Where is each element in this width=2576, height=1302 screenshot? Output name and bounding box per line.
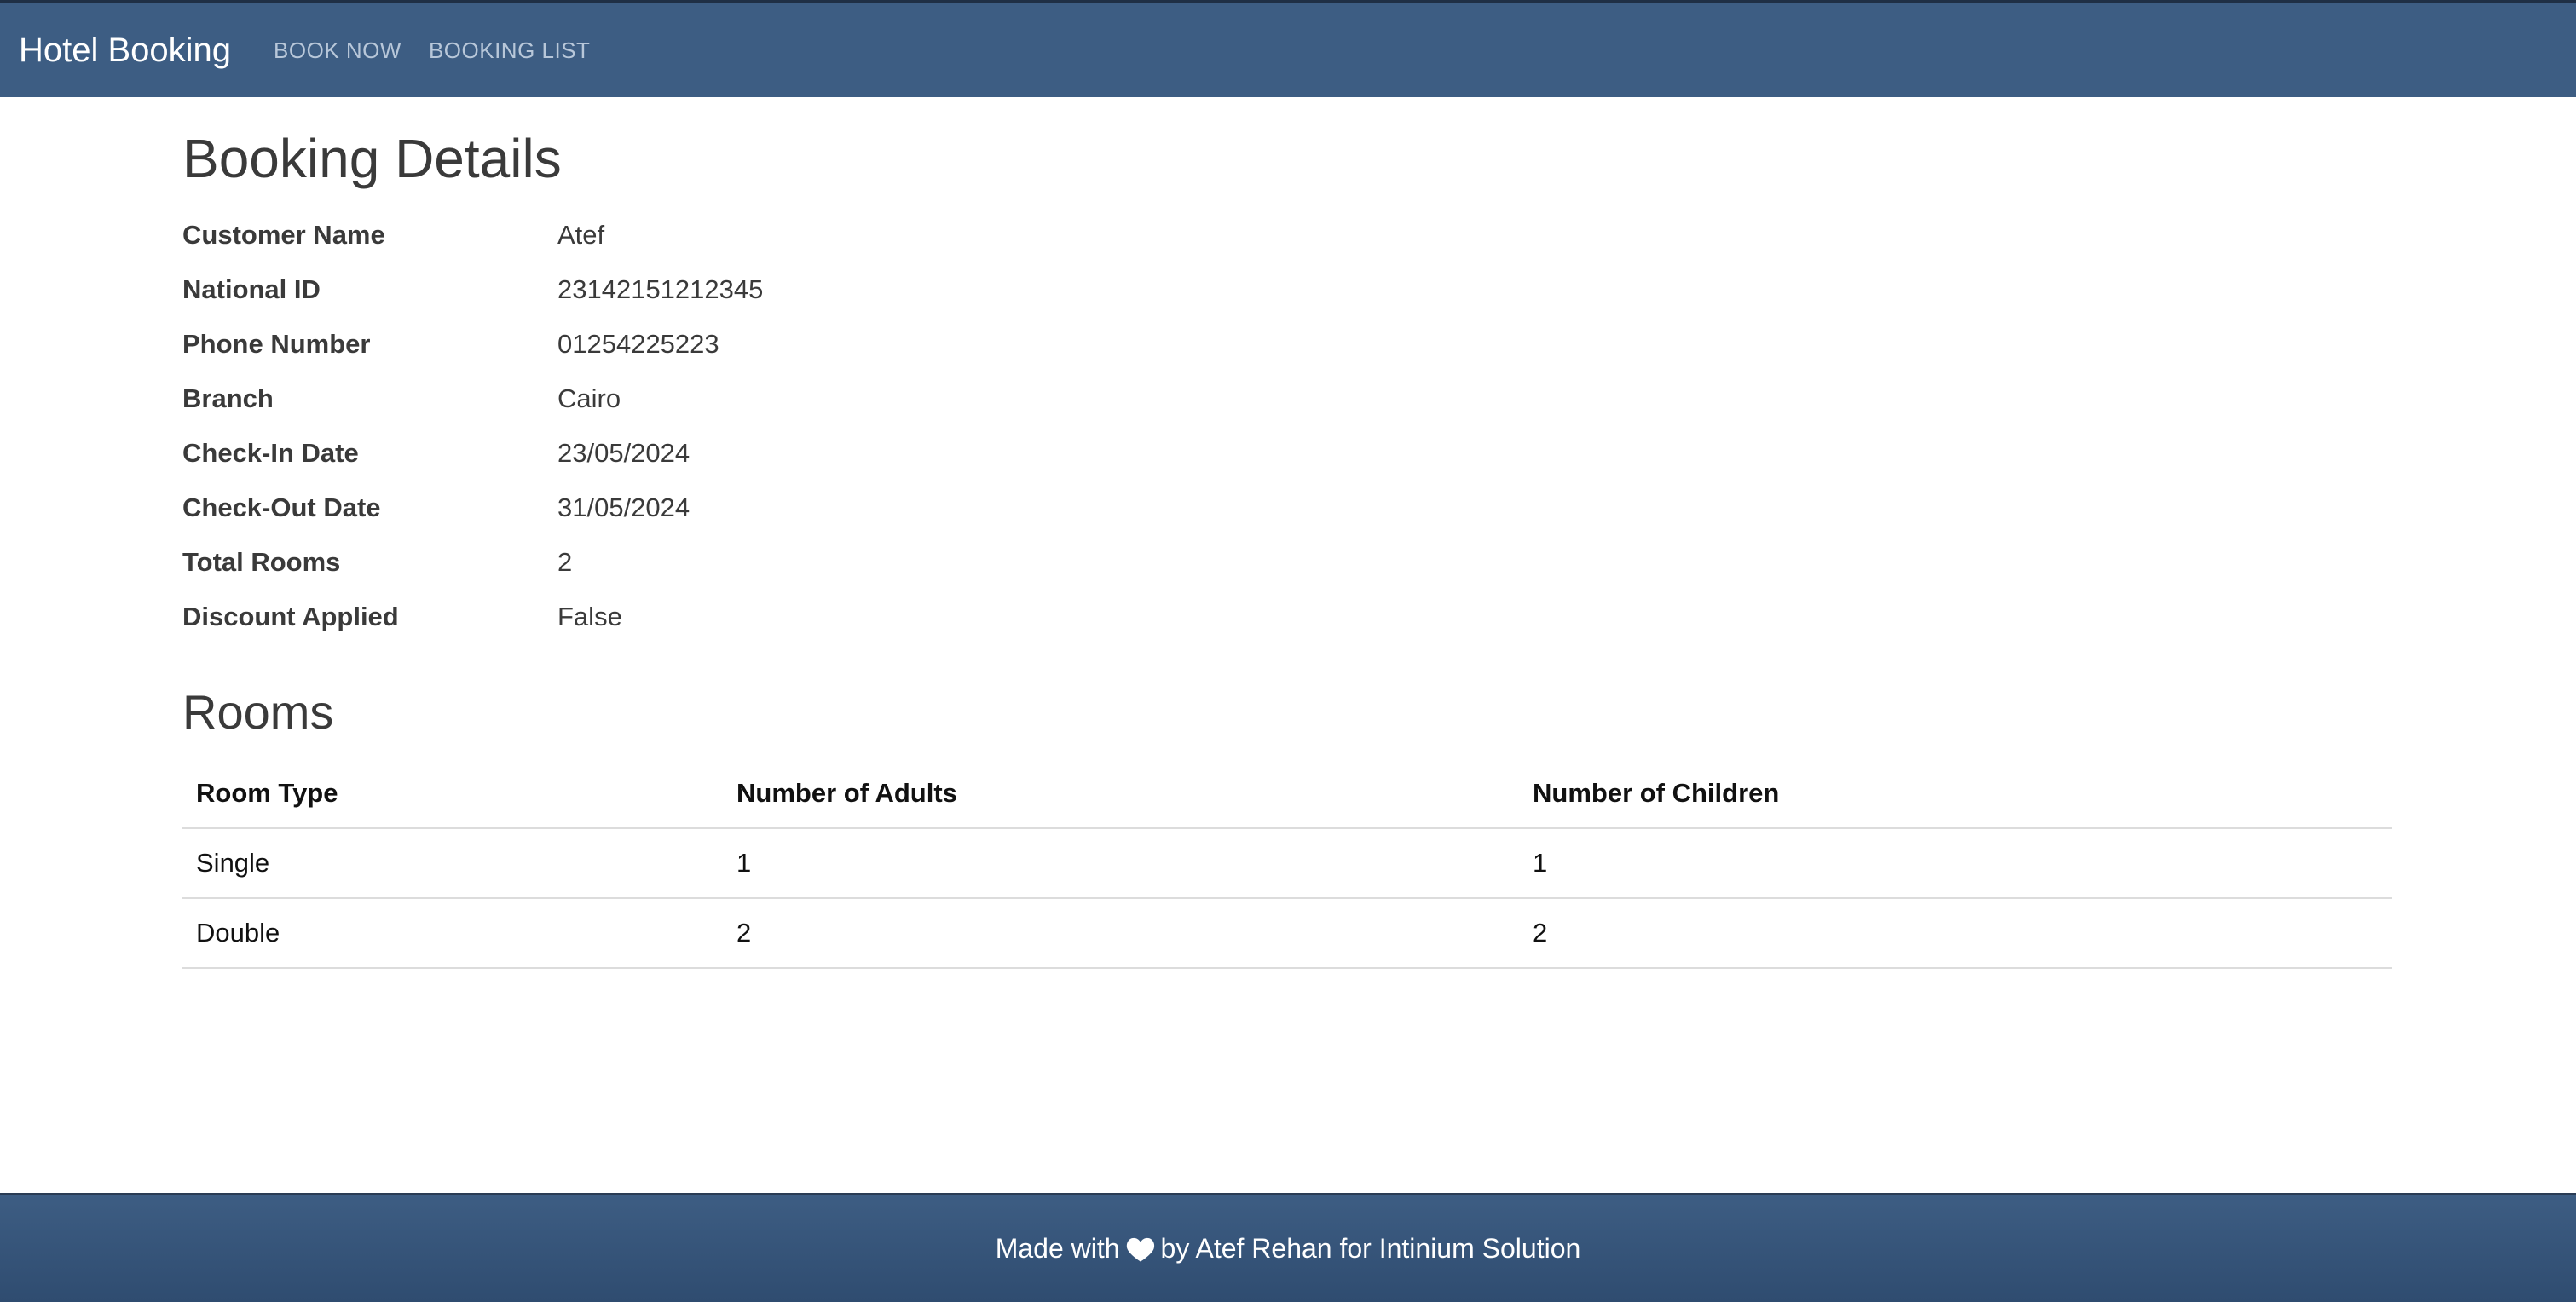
detail-value: 31/05/2024: [557, 492, 690, 522]
detail-label: Branch: [182, 383, 274, 413]
cell-room-type: Single: [182, 827, 723, 899]
top-navbar: Hotel Booking BOOK NOW BOOKING LIST: [0, 0, 2576, 97]
page-title: Booking Details: [182, 128, 562, 189]
detail-row-check-in-date: Check-In Date 23/05/2024: [182, 426, 1376, 481]
detail-label: Total Rooms: [182, 546, 341, 577]
main-content: Booking Details Customer Name Atef Natio…: [182, 97, 2392, 969]
detail-row-check-out-date: Check-Out Date 31/05/2024: [182, 481, 1376, 535]
detail-value: 23142151212345: [557, 274, 764, 304]
brand-link[interactable]: Hotel Booking: [19, 32, 231, 70]
detail-row-branch: Branch Cairo: [182, 372, 1376, 426]
detail-row-customer-name: Customer Name Atef: [182, 208, 1376, 262]
detail-row-total-rooms: Total Rooms 2: [182, 535, 1376, 590]
detail-value: 23/05/2024: [557, 437, 690, 468]
footer-text-prefix: Made with: [995, 1233, 1120, 1264]
cell-room-type: Double: [182, 897, 723, 969]
table-row: Single 1 1: [182, 827, 2392, 899]
detail-label: Discount Applied: [182, 601, 399, 631]
column-header-room-type: Room Type: [182, 759, 723, 829]
heart-icon: [1125, 1236, 1156, 1263]
page: Hotel Booking BOOK NOW BOOKING LIST Book…: [0, 0, 2576, 1302]
cell-adults: 2: [723, 897, 1519, 969]
footer-text-suffix: by Atef Rehan for Intinium Solution: [1160, 1233, 1581, 1264]
column-header-adults: Number of Adults: [723, 759, 1519, 829]
table-row: Double 2 2: [182, 897, 2392, 969]
rooms-table: Room Type Number of Adults Number of Chi…: [182, 759, 2392, 969]
detail-label: National ID: [182, 274, 321, 304]
detail-label: Phone Number: [182, 328, 371, 359]
booking-details: Customer Name Atef National ID 231421512…: [182, 208, 1376, 644]
footer: Made with by Atef Rehan for Intinium Sol…: [0, 1193, 2576, 1302]
detail-row-phone-number: Phone Number 01254225223: [182, 317, 1376, 372]
rooms-title: Rooms: [182, 684, 334, 739]
nav-book-now[interactable]: BOOK NOW: [274, 37, 401, 64]
detail-label: Customer Name: [182, 219, 385, 250]
detail-value: Atef: [557, 219, 605, 250]
cell-adults: 1: [723, 827, 1519, 899]
detail-value: False: [557, 601, 622, 631]
table-header-row: Room Type Number of Adults Number of Chi…: [182, 759, 2392, 829]
detail-row-national-id: National ID 23142151212345: [182, 262, 1376, 317]
column-header-children: Number of Children: [1519, 759, 2392, 829]
cell-children: 2: [1519, 897, 2392, 969]
detail-row-discount-applied: Discount Applied False: [182, 590, 1376, 644]
cell-children: 1: [1519, 827, 2392, 899]
detail-label: Check-In Date: [182, 437, 359, 468]
detail-value: 2: [557, 546, 573, 577]
detail-label: Check-Out Date: [182, 492, 381, 522]
detail-value: 01254225223: [557, 328, 719, 359]
detail-value: Cairo: [557, 383, 621, 413]
nav-booking-list[interactable]: BOOKING LIST: [429, 37, 591, 64]
